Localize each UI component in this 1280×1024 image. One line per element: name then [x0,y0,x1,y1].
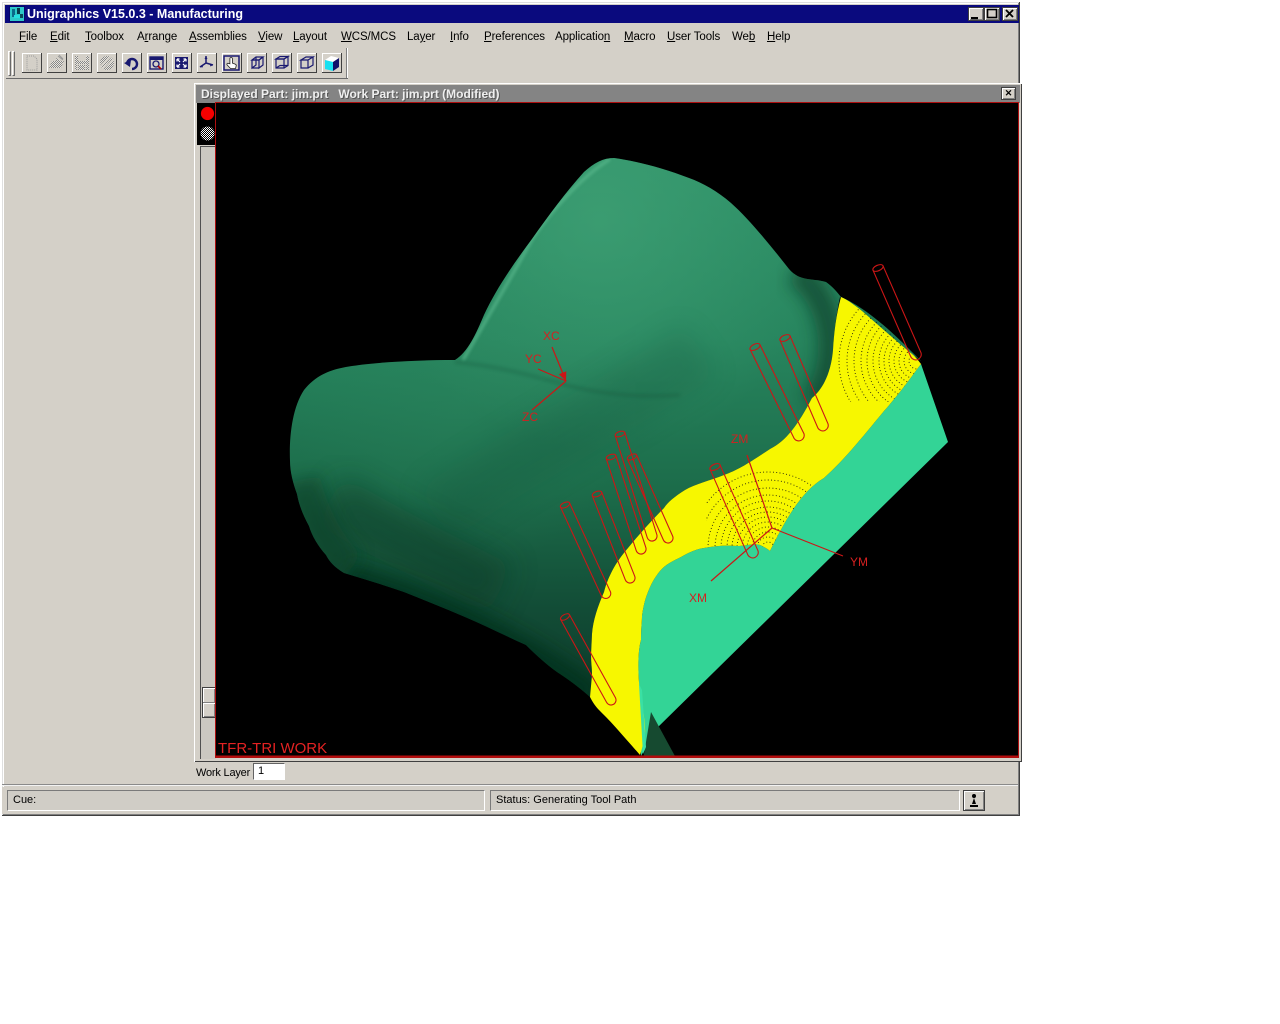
svg-text:ZM: ZM [731,432,748,446]
svg-text:XC: XC [543,329,560,343]
svg-text:YM: YM [850,555,868,569]
svg-text:XM: XM [689,591,707,605]
svg-text:ZC: ZC [522,410,538,424]
svg-text:TFR-TRI WORK: TFR-TRI WORK [218,740,327,757]
svg-text:YC: YC [525,352,542,366]
